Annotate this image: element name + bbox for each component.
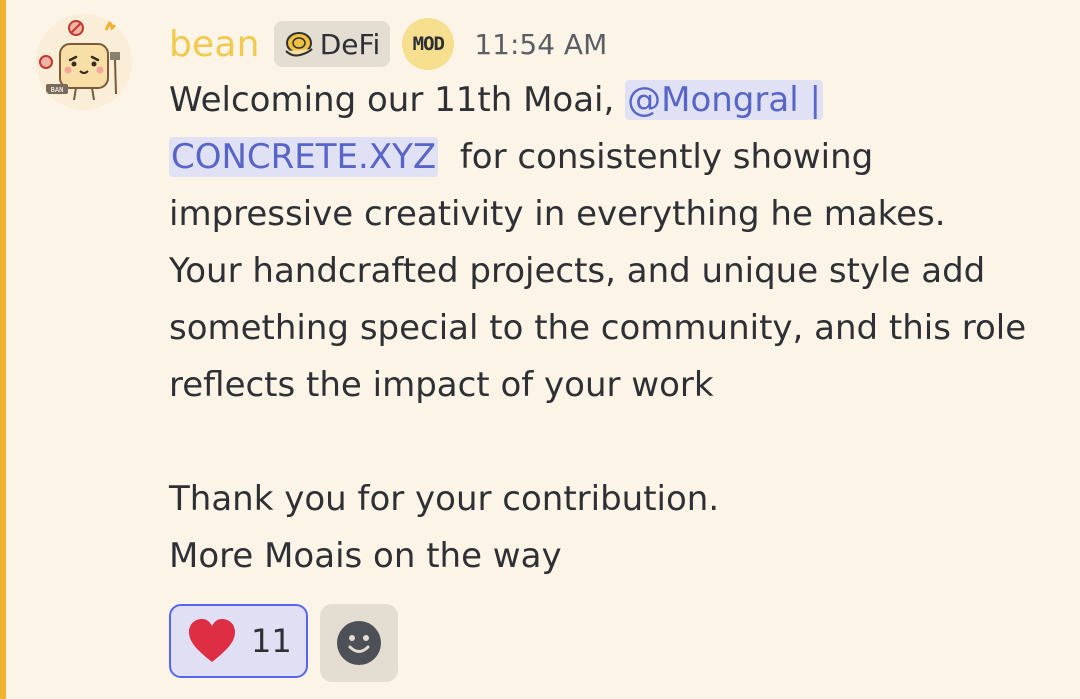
reactions-bar: 11 (169, 604, 398, 682)
message-text: Welcoming our 11th Moai, (169, 80, 626, 120)
message-line-5: something special to the community, and … (169, 308, 1027, 348)
message-text: for consistently showing (438, 137, 874, 177)
message-line-2: CONCRETE.XYZ for consistently showing (169, 129, 1049, 186)
svg-text:BAN: BAN (51, 86, 64, 94)
avatar-image: BAN (36, 14, 132, 110)
highlight-bar (0, 0, 6, 699)
message-header: bean DeFi MOD 11:54 AM (169, 18, 607, 70)
user-mention-continued[interactable]: CONCRETE.XYZ (169, 137, 439, 177)
user-mention[interactable]: @Mongral | (625, 80, 823, 120)
message-line-3: impressive creativity in everything he m… (169, 194, 946, 234)
mod-badge: MOD (402, 18, 455, 70)
heart-icon (189, 619, 235, 662)
coin-hand-icon (284, 32, 313, 57)
message-content: Welcoming our 11th Moai, @Mongral | CONC… (169, 72, 1049, 585)
message-line-9: More Moais on the way (169, 536, 562, 576)
role-tag-label: DeFi (319, 27, 381, 61)
heart-reaction-button[interactable]: 11 (169, 604, 308, 678)
add-reaction-button[interactable] (319, 604, 398, 682)
message-line-8: Thank you for your contribution. (169, 479, 720, 519)
smile-icon (336, 621, 381, 665)
reaction-count: 11 (251, 622, 292, 660)
timestamp[interactable]: 11:54 AM (474, 28, 607, 61)
username[interactable]: bean (169, 24, 260, 65)
message-line-4: Your handcrafted projects, and unique st… (169, 251, 986, 291)
message-line-1: Welcoming our 11th Moai, @Mongral | (169, 72, 1049, 129)
message-line-6: reflects the impact of your work (169, 365, 714, 405)
avatar[interactable]: BAN (36, 14, 132, 110)
role-tag[interactable]: DeFi (273, 21, 391, 67)
